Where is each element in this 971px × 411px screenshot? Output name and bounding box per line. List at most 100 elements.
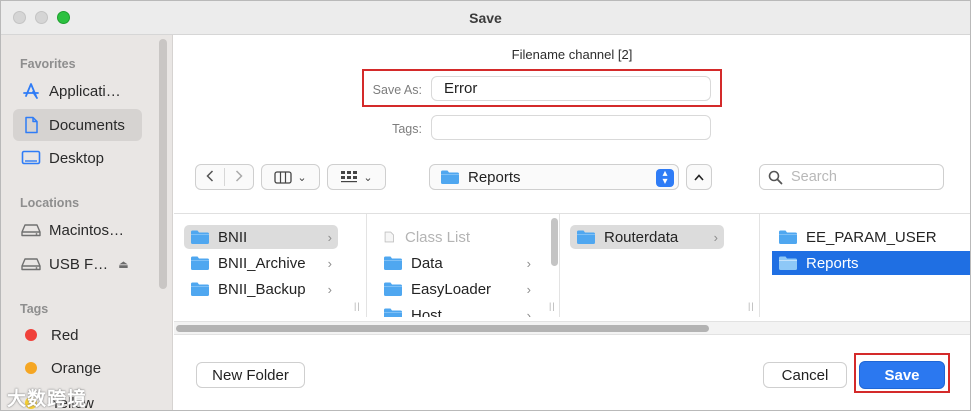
- folder-label: Routerdata: [604, 228, 679, 246]
- horizontal-scroll-thumb[interactable]: [176, 325, 709, 332]
- search-field[interactable]: Search: [759, 164, 944, 190]
- drive-icon: [21, 254, 41, 274]
- chevron-right-icon: [235, 169, 243, 182]
- folder-label: BNII_Archive: [218, 254, 306, 272]
- sidebar-item-label: Orange: [51, 359, 102, 377]
- view-mode-button[interactable]: ⌄: [261, 164, 320, 190]
- folder-label: Host: [411, 306, 442, 318]
- forward-button[interactable]: [225, 169, 253, 185]
- sidebar-tag-red[interactable]: Red: [13, 319, 142, 351]
- column-2-scrollbar[interactable]: [551, 218, 558, 266]
- folder-label: BNII_Backup: [218, 280, 306, 298]
- sidebar: Favorites Applicati… Documents Desktop L…: [1, 35, 173, 410]
- title-bar: Save: [1, 1, 970, 35]
- location-popup[interactable]: Reports ▴ ▾: [429, 164, 679, 190]
- eject-icon[interactable]: ⏏: [118, 258, 128, 271]
- column-resize-handle[interactable]: ||: [549, 301, 556, 311]
- folder-label: Reports: [806, 254, 859, 272]
- folder-row-ee-param-user[interactable]: EE_PARAM_USER: [772, 225, 968, 249]
- sidebar-item-applications[interactable]: Applicati…: [13, 75, 142, 107]
- tags-input[interactable]: [431, 115, 711, 140]
- column-resize-handle[interactable]: ||: [354, 301, 361, 311]
- new-folder-button[interactable]: New Folder: [196, 362, 305, 388]
- folder-icon: [191, 256, 209, 270]
- folder-label: Data: [411, 254, 443, 272]
- chevron-up-icon: [694, 173, 704, 181]
- folder-label: EasyLoader: [411, 280, 492, 298]
- folder-row-data[interactable]: Data ›: [377, 251, 537, 275]
- dialog-heading: Filename channel [2]: [511, 47, 633, 62]
- file-label: Class List: [405, 228, 471, 246]
- folder-row-routerdata[interactable]: Routerdata ›: [570, 225, 724, 249]
- folder-row-bnii[interactable]: BNII ›: [184, 225, 338, 249]
- folder-row-bnii-backup[interactable]: BNII_Backup ›: [184, 277, 338, 301]
- sidebar-item-documents[interactable]: Documents: [13, 109, 142, 141]
- search-placeholder: Search: [791, 169, 837, 185]
- sidebar-item-usb-flash[interactable]: USB F… ⏏: [13, 248, 142, 280]
- document-icon: [21, 115, 41, 135]
- back-forward-control: [195, 164, 254, 190]
- red-tag-dot-icon: [25, 329, 37, 341]
- column-resize-handle[interactable]: ||: [748, 301, 755, 311]
- sidebar-header-locations: Locations: [20, 196, 80, 210]
- sidebar-item-label: Applicati…: [49, 82, 121, 100]
- folder-icon: [441, 170, 459, 184]
- folder-icon: [577, 230, 595, 244]
- chevron-down-icon: ⌄: [363, 171, 373, 184]
- folder-row-host[interactable]: Host ›: [377, 303, 537, 317]
- group-mode-button[interactable]: ⌄: [327, 164, 386, 190]
- drive-icon: [21, 220, 41, 240]
- sidebar-item-label: Documents: [49, 116, 125, 134]
- save-button[interactable]: Save: [859, 361, 945, 389]
- cancel-button[interactable]: Cancel: [763, 362, 847, 388]
- folder-icon: [779, 230, 797, 244]
- sidebar-item-desktop[interactable]: Desktop: [13, 142, 142, 174]
- sidebar-item-label: USB F…: [49, 255, 109, 273]
- window-title: Save: [469, 10, 502, 26]
- folder-icon: [191, 282, 209, 296]
- folder-icon: [191, 230, 209, 244]
- chevron-right-icon: ›: [526, 255, 531, 271]
- folder-label: EE_PARAM_USER: [806, 228, 937, 246]
- save-dialog-window: Save Favorites Applicati… Documents Desk…: [0, 0, 971, 411]
- chevron-right-icon: ›: [713, 229, 718, 245]
- chevron-down-icon: ⌄: [297, 171, 307, 184]
- horizontal-scrollbar[interactable]: [174, 321, 970, 335]
- browser-column-1: BNII › BNII_Archive › BNII_Backup › ||: [174, 214, 367, 317]
- folder-row-reports[interactable]: Reports: [772, 251, 970, 275]
- app-store-icon: [21, 81, 41, 101]
- sidebar-item-label: Desktop: [49, 149, 105, 167]
- folder-row-easyloader[interactable]: EasyLoader ›: [377, 277, 537, 301]
- sidebar-scrollbar[interactable]: [159, 39, 167, 289]
- file-browser: BNII › BNII_Archive › BNII_Backup › || C…: [174, 213, 970, 338]
- chevron-right-icon: ›: [327, 255, 332, 271]
- location-label: Reports: [468, 168, 521, 186]
- sidebar-item-label: Macintos…: [49, 221, 125, 239]
- main-panel: Filename channel [2] Save As: Error Tags…: [174, 35, 970, 410]
- browser-column-4: EE_PARAM_USER Reports ||: [760, 214, 970, 317]
- folder-label: BNII: [218, 228, 248, 246]
- back-button[interactable]: [196, 169, 224, 185]
- grid-view-icon: [341, 171, 358, 183]
- tags-label: Tags:: [392, 122, 422, 136]
- collapse-button[interactable]: [686, 164, 712, 190]
- orange-tag-dot-icon: [25, 362, 37, 374]
- browser-column-3: Routerdata › ||: [560, 214, 760, 317]
- file-row-class-list: Class List: [377, 225, 537, 249]
- folder-row-bnii-archive[interactable]: BNII_Archive ›: [184, 251, 338, 275]
- sidebar-tag-orange[interactable]: Orange: [13, 352, 142, 384]
- folder-icon: [384, 282, 402, 296]
- save-as-input[interactable]: Error: [431, 76, 711, 101]
- watermark-logo: 大数跨境: [7, 389, 88, 410]
- chevron-right-icon: ›: [327, 281, 332, 297]
- sidebar-item-macintosh-hd[interactable]: Macintos…: [13, 214, 142, 246]
- chevron-right-icon: ›: [327, 229, 332, 245]
- save-as-label: Save As:: [372, 83, 422, 97]
- folder-icon: [779, 256, 797, 270]
- desktop-icon: [21, 148, 41, 168]
- chevron-left-icon: [206, 169, 214, 182]
- bottom-bar: New Folder Cancel Save: [174, 338, 970, 410]
- folder-icon: [384, 308, 402, 317]
- popup-arrows-icon: ▴ ▾: [656, 169, 674, 187]
- sidebar-item-label: Red: [51, 326, 79, 344]
